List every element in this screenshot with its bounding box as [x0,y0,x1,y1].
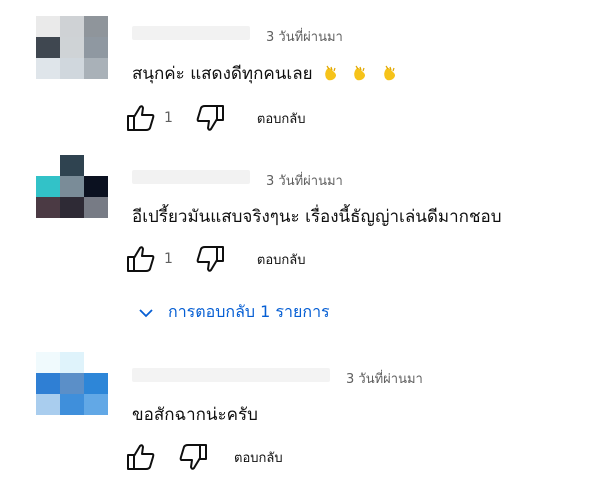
like-count: 1 [164,110,173,126]
clapping-hands-emoji-icon [318,64,347,84]
avatar-tile [36,394,60,415]
avatar[interactable] [36,16,108,79]
avatar[interactable] [36,155,108,218]
dislike-button[interactable] [178,443,208,471]
comment-text: ขอสักฉากน่ะครับ [132,405,258,425]
view-replies-label: การตอบกลับ 1 รายการ [168,302,330,321]
avatar-tile [60,16,84,37]
clapping-hands-emoji-icon [347,64,376,84]
clapping-hands-emoji-icon [377,64,401,84]
like-button[interactable]: 1 [126,104,173,132]
reply-button[interactable]: ตอบกลับ [257,108,306,129]
avatar-tile [84,197,108,218]
avatar-tile [60,58,84,79]
thumbs-up-icon [127,105,155,131]
avatar-tile [36,58,60,79]
dislike-button[interactable] [195,245,225,273]
avatar-tile [84,176,108,197]
like-button[interactable] [126,443,156,471]
author-name-redacted[interactable] [132,170,250,184]
avatar[interactable] [36,352,108,415]
comment-text: อีเปรี้ยวมันแสบจริงๆนะ เรื่องนี้ธัญญ่าเล… [132,207,502,227]
author-name-redacted[interactable] [132,368,330,382]
thumbs-down-icon [196,246,224,272]
avatar-tile [36,37,60,58]
avatar-tile [36,155,60,176]
avatar-tile [36,176,60,197]
comment-text-content: สนุกค่ะ แสดงดีทุกคนเลย [132,64,313,84]
comment-actions: ตอบกลับ [126,442,283,472]
comment-actions: 1 ตอบกลับ [126,244,306,274]
thumbs-down-icon [196,105,224,131]
avatar-tile [84,373,108,394]
avatar-tile [60,176,84,197]
comment-timestamp[interactable]: 3 วันที่ผ่านมา [266,26,343,47]
avatar-tile [60,197,84,218]
avatar-tile [84,16,108,37]
comment-actions: 1 ตอบกลับ [126,103,306,133]
reply-button[interactable]: ตอบกลับ [234,447,283,468]
avatar-tile [84,58,108,79]
comment-text: สนุกค่ะ แสดงดีทุกคนเลย [132,60,401,87]
like-count: 1 [164,251,173,267]
thumbs-down-icon [179,444,207,470]
chevron-down-icon [139,308,153,317]
avatar-tile [36,373,60,394]
avatar-tile [36,197,60,218]
comment-timestamp[interactable]: 3 วันที่ผ่านมา [346,368,423,389]
avatar-tile [60,373,84,394]
avatar-tile [36,16,60,37]
thumbs-up-icon [127,444,155,470]
avatar-tile [84,352,108,373]
avatar-tile [84,155,108,176]
dislike-button[interactable] [195,104,225,132]
avatar-tile [36,352,60,373]
avatar-tile [60,394,84,415]
avatar-tile [60,352,84,373]
avatar-tile [60,155,84,176]
avatar-tile [60,37,84,58]
thumbs-up-icon [127,246,155,272]
like-button[interactable]: 1 [126,245,173,273]
author-name-redacted[interactable] [132,26,250,40]
view-replies-button[interactable]: การตอบกลับ 1 รายการ [138,300,330,325]
avatar-tile [84,394,108,415]
avatar-tile [84,37,108,58]
comment-timestamp[interactable]: 3 วันที่ผ่านมา [266,170,343,191]
reply-button[interactable]: ตอบกลับ [257,249,306,270]
